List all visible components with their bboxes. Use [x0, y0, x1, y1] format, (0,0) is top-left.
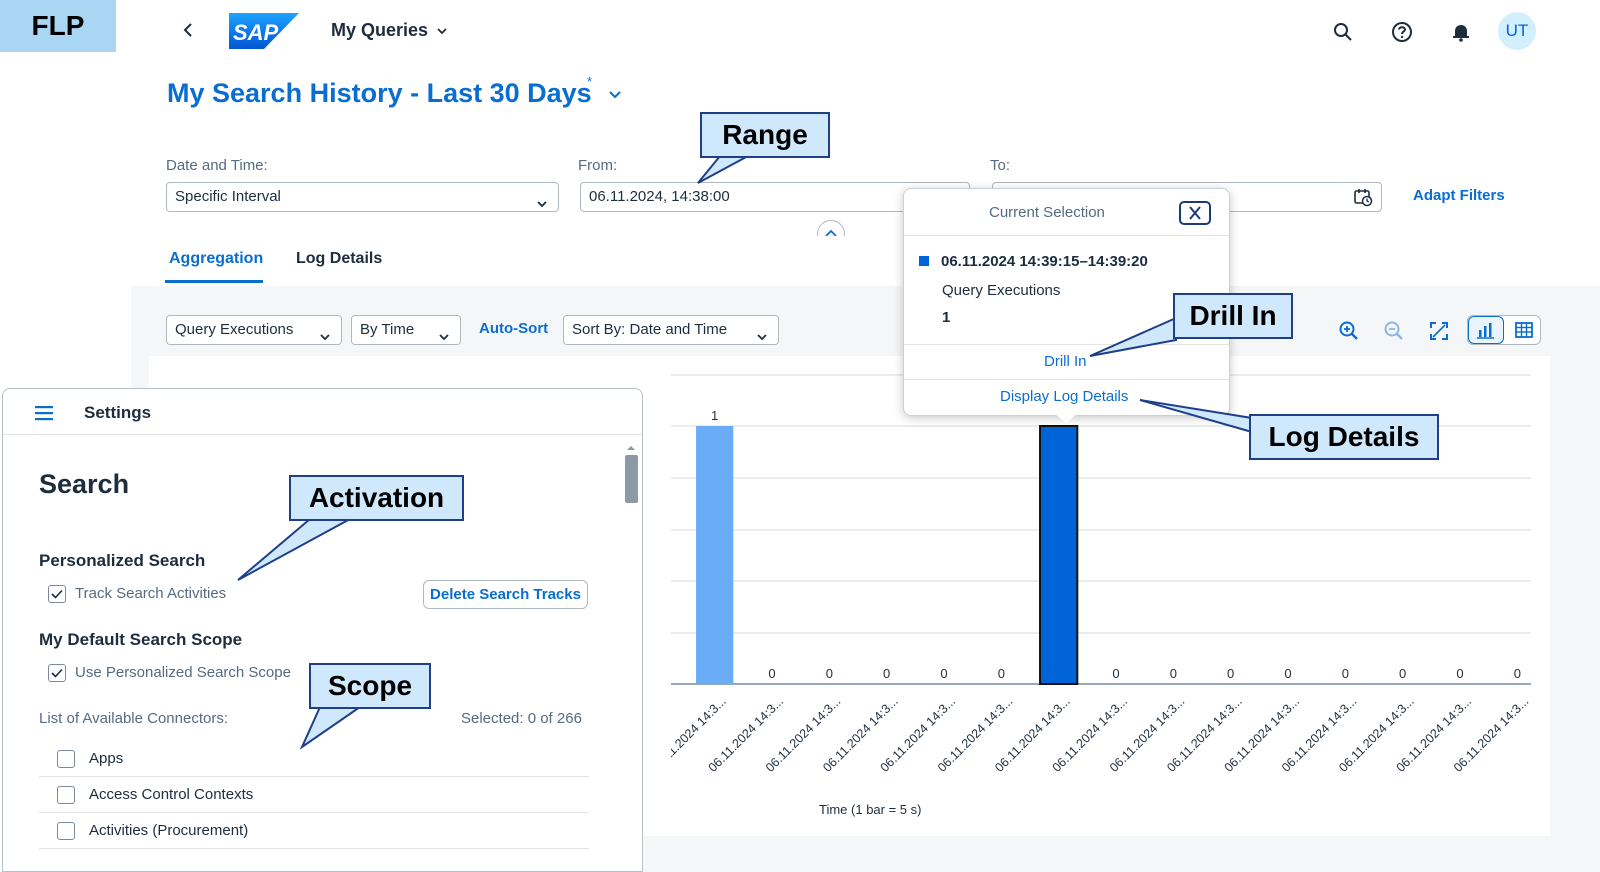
drill-in-callout-pointer: [1089, 316, 1177, 357]
activation-callout: Activation: [289, 475, 464, 521]
log-details-callout: Log Details: [1249, 414, 1439, 460]
scope-callout-pointer: [299, 706, 364, 750]
scope-callout: Scope: [309, 663, 431, 709]
log-details-callout-pointer: [1139, 399, 1253, 434]
range-callout-pointer: [697, 155, 749, 184]
activation-callout-pointer: [237, 518, 351, 581]
range-callout: Range: [700, 112, 830, 158]
drill-in-callout: Drill In: [1173, 293, 1293, 339]
